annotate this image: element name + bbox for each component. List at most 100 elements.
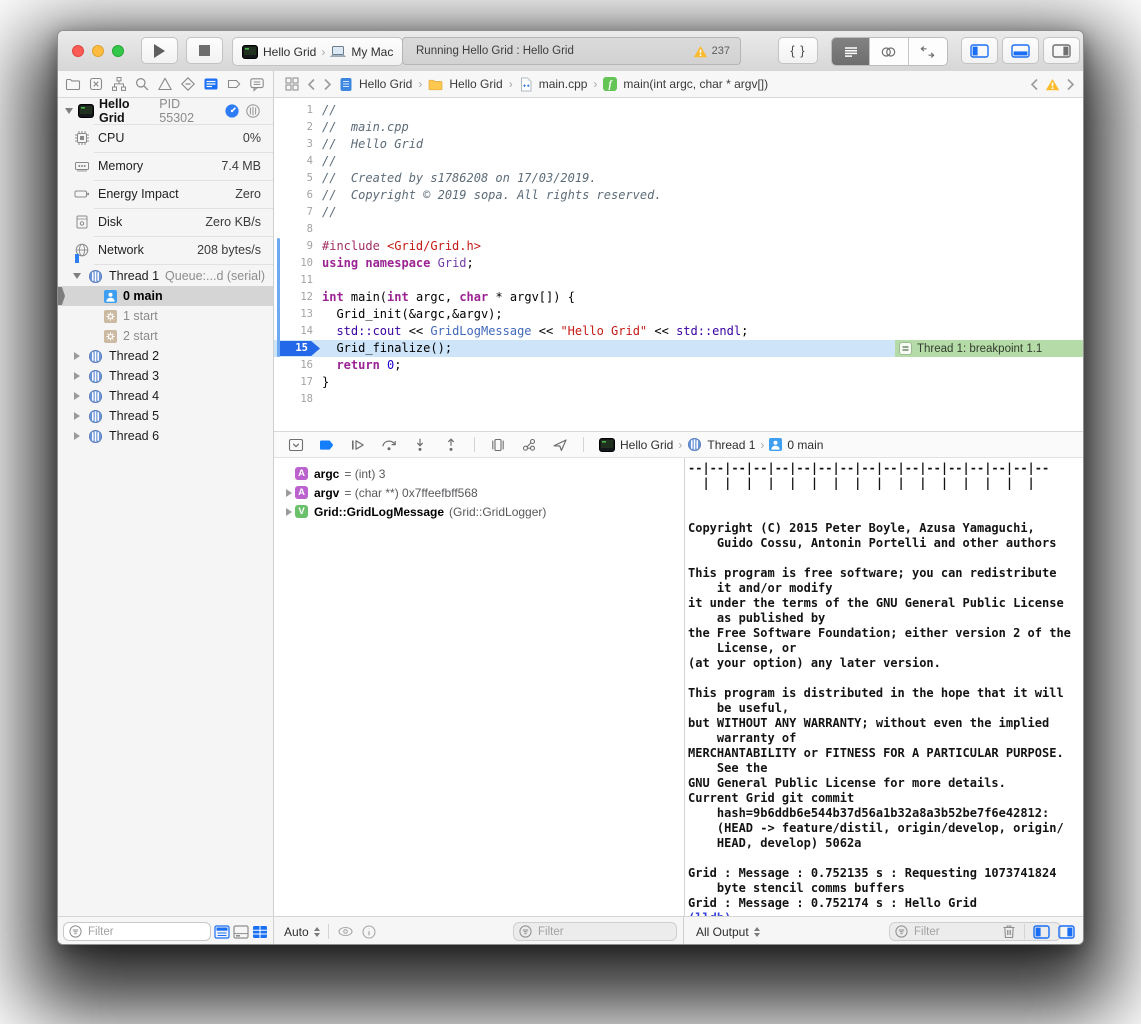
- code-line-13[interactable]: 13 Grid_init(&argc,&argv);: [274, 306, 1083, 323]
- continue-button[interactable]: [350, 437, 366, 453]
- code-line-1[interactable]: 1//: [274, 102, 1083, 119]
- thread-row-6[interactable]: Thread 6: [58, 426, 273, 446]
- memory-graph-button[interactable]: [521, 437, 537, 453]
- code-line-12[interactable]: 12int main(int argc, char * argv[]) {: [274, 289, 1083, 306]
- clear-console-button[interactable]: [1002, 924, 1016, 939]
- debug-view-hierarchy-button[interactable]: [490, 437, 506, 453]
- thread-row-3[interactable]: Thread 3: [58, 366, 273, 386]
- stack-frame-1-start[interactable]: 1 start: [58, 306, 273, 326]
- view-process-by-queue-button[interactable]: [233, 925, 249, 939]
- related-items-button[interactable]: [284, 76, 300, 92]
- code-line-2[interactable]: 2// main.cpp: [274, 119, 1083, 136]
- line-number[interactable]: 16: [274, 357, 322, 374]
- zoom-window-button[interactable]: [112, 45, 124, 57]
- variables-filter-field[interactable]: [513, 922, 677, 941]
- stack-frame-2-start[interactable]: 2 start: [58, 326, 273, 346]
- debug-crumb-process[interactable]: Hello Grid: [620, 438, 673, 452]
- assistant-editor-button[interactable]: [870, 38, 908, 65]
- console-output[interactable]: --|--|--|--|--|--|--|--|--|--|--|--|--|-…: [685, 458, 1083, 916]
- view-process-by-thread-button[interactable]: [214, 925, 230, 939]
- code-line-8[interactable]: 8: [274, 221, 1083, 238]
- navigator-filter-input[interactable]: [86, 925, 205, 939]
- code-line-18[interactable]: 18: [274, 391, 1083, 408]
- variables-scope-dropdown[interactable]: Auto: [284, 925, 320, 939]
- find-navigator-button[interactable]: [134, 76, 150, 92]
- gauge-row-cpu[interactable]: CPU0%: [58, 124, 273, 152]
- line-number[interactable]: 7: [274, 204, 322, 221]
- step-out-button[interactable]: [443, 437, 459, 453]
- simulate-location-button[interactable]: [552, 437, 568, 453]
- code-line-10[interactable]: 10using namespace Grid;: [274, 255, 1083, 272]
- disclosure-open-icon[interactable]: [65, 108, 73, 114]
- code-line-5[interactable]: 5// Created by s1786208 on 17/03/2019.: [274, 170, 1083, 187]
- activity-rings-icon[interactable]: [245, 103, 261, 119]
- breadcrumb-symbol[interactable]: main(int argc, char * argv[]): [623, 77, 768, 91]
- debug-navigator-button[interactable]: [203, 76, 219, 92]
- disclosure-closed-icon[interactable]: [282, 508, 295, 516]
- disclosure-closed-icon[interactable]: [72, 432, 82, 440]
- standard-editor-button[interactable]: [832, 38, 870, 65]
- line-number[interactable]: 5: [274, 170, 322, 187]
- disclosure-closed-icon[interactable]: [72, 372, 82, 380]
- report-navigator-button[interactable]: [249, 76, 265, 92]
- code-line-16[interactable]: 16 return 0;: [274, 357, 1083, 374]
- step-into-button[interactable]: [412, 437, 428, 453]
- scheme-selector[interactable]: Hello Grid › My Mac: [232, 37, 403, 66]
- next-issue-button[interactable]: [1066, 78, 1075, 91]
- variables-view[interactable]: Aargc= (int) 3Aargv= (char **) 0x7ffeefb…: [274, 458, 684, 916]
- variable-row-argv[interactable]: Aargv= (char **) 0x7ffeefbff568: [274, 483, 684, 502]
- line-number[interactable]: 4: [274, 153, 322, 170]
- line-number[interactable]: 12: [274, 289, 322, 306]
- close-window-button[interactable]: [72, 45, 84, 57]
- line-number[interactable]: 3: [274, 136, 322, 153]
- disclosure-closed-icon[interactable]: [72, 412, 82, 420]
- navigator-filter-field[interactable]: [63, 922, 211, 941]
- line-number[interactable]: 17: [274, 374, 322, 391]
- breakpoint-badge[interactable]: 15: [278, 341, 320, 356]
- project-navigator-button[interactable]: [65, 76, 81, 92]
- show-console-button[interactable]: [1058, 925, 1075, 939]
- hide-debug-area-button[interactable]: [288, 437, 304, 453]
- issue-navigator-button[interactable]: [157, 76, 173, 92]
- line-number[interactable]: 18: [274, 391, 322, 408]
- symbol-navigator-button[interactable]: [111, 76, 127, 92]
- test-navigator-button[interactable]: [180, 76, 196, 92]
- gauge-row-disk[interactable]: DiskZero KB/s: [58, 208, 273, 236]
- code-line-11[interactable]: 11: [274, 272, 1083, 289]
- gauge-row-memory[interactable]: Memory7.4 MB: [58, 152, 273, 180]
- inspector-toggle-button[interactable]: [1043, 37, 1080, 64]
- window-titlebar[interactable]: Hello Grid › My Mac Running Hello Grid :…: [58, 31, 1083, 72]
- line-number[interactable]: 9: [274, 238, 322, 255]
- thread-row-1[interactable]: Thread 1Queue:...d (serial): [58, 266, 273, 286]
- code-line-14[interactable]: 14 std::cout << GridLogMessage << "Hello…: [274, 323, 1083, 340]
- gauge-row-network[interactable]: Network208 bytes/s: [58, 236, 273, 264]
- line-number[interactable]: 10: [274, 255, 322, 272]
- code-line-4[interactable]: 4//: [274, 153, 1083, 170]
- debug-crumb-frame[interactable]: 0 main: [787, 438, 823, 452]
- thread-row-4[interactable]: Thread 4: [58, 386, 273, 406]
- version-editor-button[interactable]: [909, 38, 947, 65]
- gauge-indicator-icon[interactable]: [224, 103, 240, 119]
- disclosure-closed-icon[interactable]: [72, 352, 82, 360]
- library-button[interactable]: { }: [778, 37, 818, 64]
- code-line-3[interactable]: 3// Hello Grid: [274, 136, 1083, 153]
- source-control-change-bar[interactable]: [277, 238, 280, 357]
- thread-row-2[interactable]: Thread 2: [58, 346, 273, 366]
- line-number[interactable]: 6: [274, 187, 322, 204]
- debug-crumb-thread[interactable]: Thread 1: [707, 438, 755, 452]
- console-scope-dropdown[interactable]: All Output: [696, 925, 760, 939]
- go-forward-button[interactable]: [323, 78, 332, 91]
- go-back-button[interactable]: [307, 78, 316, 91]
- disclosure-closed-icon[interactable]: [72, 392, 82, 400]
- source-control-navigator-button[interactable]: [88, 76, 104, 92]
- show-variables-view-button[interactable]: [1033, 925, 1050, 939]
- breakpoint-annotation[interactable]: Thread 1: breakpoint 1.1: [895, 340, 1083, 357]
- activity-status-field[interactable]: Running Hello Grid : Hello Grid 237: [402, 37, 741, 65]
- quick-look-button[interactable]: [337, 925, 354, 938]
- previous-issue-button[interactable]: [1030, 78, 1039, 91]
- line-number[interactable]: 2: [274, 119, 322, 136]
- variable-row-grid-gridlogmessage[interactable]: VGrid::GridLogMessage(Grid::GridLogger): [274, 502, 684, 521]
- code-line-17[interactable]: 17}: [274, 374, 1083, 391]
- code-line-6[interactable]: 6// Copyright © 2019 sopa. All rights re…: [274, 187, 1083, 204]
- line-number[interactable]: 14: [274, 323, 322, 340]
